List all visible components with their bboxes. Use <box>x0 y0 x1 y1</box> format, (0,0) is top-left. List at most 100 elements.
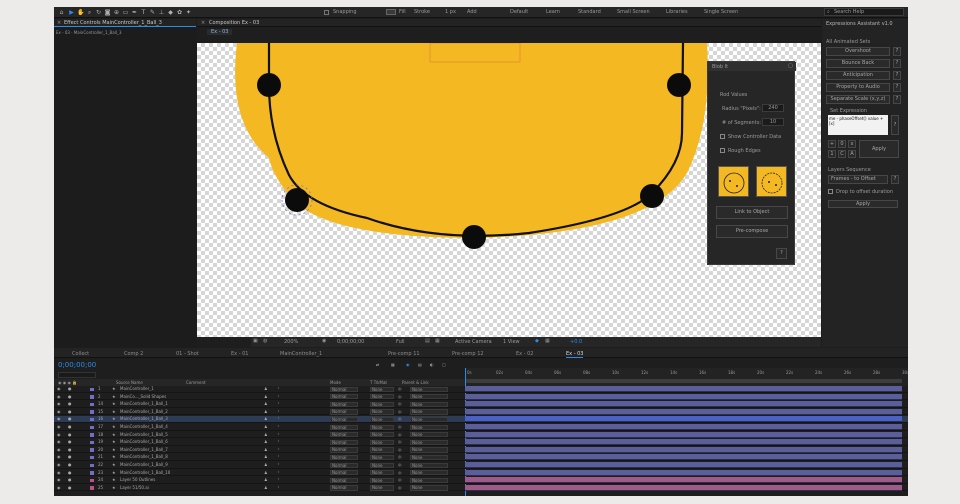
link-to-object-button[interactable]: Link to Object <box>716 206 788 219</box>
track-matte-dropdown[interactable]: None <box>370 485 394 491</box>
shy-switch-icon[interactable]: ♟ <box>264 424 268 431</box>
layer-row[interactable]: ◉ ● 21 ★ MainController_1_Ball_8 ♟ ⁄ Normal None… <box>54 454 908 461</box>
segments-input[interactable]: 10 <box>762 118 784 126</box>
layer-name[interactable]: MainController_1_Ball_6 <box>120 439 184 446</box>
rough-blob-preset[interactable] <box>756 166 787 197</box>
pickwhip-icon[interactable]: ◎ <box>398 439 402 446</box>
controller-ball[interactable] <box>640 184 664 208</box>
blend-mode-dropdown[interactable]: Normal <box>330 424 358 430</box>
layer-duration-bar[interactable] <box>465 386 902 392</box>
label-color-swatch[interactable] <box>90 433 94 437</box>
overshoot-button[interactable]: Overshoot <box>826 47 890 56</box>
layer-name[interactable]: Layer 50 Outlines <box>120 477 184 484</box>
solo-icon[interactable]: ● <box>68 462 72 469</box>
workspace-learn[interactable]: Learn <box>546 9 560 16</box>
sequence-dropdown[interactable]: Frames - to Offset <box>828 175 888 184</box>
snapping-checkbox[interactable] <box>324 10 329 15</box>
home-icon[interactable]: ⌂ <box>58 9 65 16</box>
parent-dropdown[interactable]: None <box>410 477 448 484</box>
layer-name[interactable]: Layer 51/50.ai <box>120 485 184 492</box>
layer-row[interactable]: ◉ ● 18 ★ MainController_1_Ball_5 ♟ ⁄ Normal None… <box>54 431 908 439</box>
mini-one-button[interactable]: 1 <box>828 150 836 158</box>
visibility-eye-icon[interactable]: ◉ <box>57 462 61 469</box>
layer-row[interactable]: ◉ ● 15 ★ MainController_1_Ball_2 ♟ ⁄ Normal None… <box>54 408 908 416</box>
layer-row[interactable]: ◉ ● 17 ★ MainController_1_Ball_4 ♟ ⁄ Normal None… <box>54 424 908 431</box>
track-matte-dropdown[interactable]: None <box>370 455 394 461</box>
tab-ex-01[interactable]: Ex - 01 <box>231 351 248 357</box>
quality-switch-icon[interactable]: ⁄ <box>278 462 279 469</box>
timeline-timecode[interactable]: 0;00;00;00 <box>58 361 96 369</box>
expression-help[interactable]: ? <box>891 115 899 135</box>
visibility-eye-icon[interactable]: ◉ <box>57 432 61 439</box>
label-color-swatch[interactable] <box>90 425 94 430</box>
drop-offset-checkbox[interactable] <box>828 189 833 194</box>
quality-switch-icon[interactable]: ⁄ <box>278 409 279 416</box>
blend-mode-dropdown[interactable]: Normal <box>330 409 358 415</box>
shy-switch-icon[interactable]: ♟ <box>264 454 268 461</box>
viewer-timecode[interactable]: 0;00;00;00 <box>337 339 364 345</box>
parent-dropdown[interactable]: None <box>410 432 448 438</box>
blend-mode-dropdown[interactable]: Normal <box>330 477 358 484</box>
shy-switch-icon[interactable]: ♟ <box>264 447 268 454</box>
parent-dropdown[interactable]: None <box>410 462 448 468</box>
solo-icon[interactable]: ● <box>68 439 72 446</box>
layer-row[interactable]: ◉ ● 14 ★ MainController_1_Ball_1 ♟ ⁄ Normal None… <box>54 401 908 408</box>
label-color-swatch[interactable] <box>90 440 94 445</box>
layer-duration-bar[interactable] <box>465 446 902 453</box>
shy-switch-icon[interactable]: ♟ <box>264 485 268 492</box>
layer-duration-bar[interactable] <box>465 469 902 476</box>
parent-dropdown[interactable]: None <box>410 409 448 415</box>
visibility-eye-icon[interactable]: ◉ <box>57 439 61 446</box>
roto-tool-icon[interactable]: ✿ <box>176 9 183 16</box>
bounce-back-help[interactable]: ? <box>893 59 901 68</box>
layer-name[interactable]: MainController_1_Ball_10 <box>120 470 184 477</box>
solo-icon[interactable]: ● <box>68 454 72 461</box>
zoom-tool-icon[interactable]: ⌕ <box>86 9 93 16</box>
track-matte-dropdown[interactable]: None <box>370 409 394 415</box>
quality-switch-icon[interactable]: ⁄ <box>278 485 279 492</box>
pickwhip-icon[interactable]: ◎ <box>398 447 402 454</box>
pickwhip-icon[interactable]: ◎ <box>398 424 402 431</box>
track-matte-dropdown[interactable]: None <box>370 462 394 468</box>
track-matte-dropdown[interactable]: None <box>370 417 394 423</box>
layer-row[interactable]: ◉ ● 23 ★ MainController_1_Ball_10 ♟ ⁄ Normal Non… <box>54 469 908 477</box>
layer-row[interactable]: ◉ ● 24 ★ Layer 50 Outlines ♟ ⁄ Normal None ◎ None <box>54 477 908 484</box>
workspace-small-screen[interactable]: Small Screen <box>617 9 650 16</box>
comp-flowchart-icon[interactable]: ⇄ <box>376 362 379 367</box>
separate-scale-button[interactable]: Separate Scale (x,y,z) <box>826 95 890 104</box>
shy-switch-icon[interactable]: ♟ <box>264 394 268 401</box>
label-color-swatch[interactable] <box>90 402 94 407</box>
quality-switch-icon[interactable]: ⁄ <box>278 454 279 461</box>
pickwhip-icon[interactable]: ◎ <box>398 485 402 492</box>
smooth-blob-preset[interactable] <box>718 166 749 197</box>
blob-it-close-icon[interactable]: ▢ <box>788 63 793 69</box>
fast-preview-icon[interactable]: ◆ <box>535 338 539 344</box>
blend-mode-dropdown[interactable]: Normal <box>330 447 358 453</box>
parent-dropdown[interactable]: None <box>410 401 448 408</box>
blend-mode-dropdown[interactable]: Normal <box>330 432 358 438</box>
quality-switch-icon[interactable]: ⁄ <box>278 394 279 401</box>
pen-tool-icon[interactable]: ✒ <box>131 9 138 16</box>
label-color-swatch[interactable] <box>90 417 94 422</box>
parent-dropdown[interactable]: None <box>410 424 448 430</box>
shy-switch-icon[interactable]: ♟ <box>264 470 268 477</box>
layer-duration-bar[interactable] <box>465 462 902 468</box>
label-color-swatch[interactable] <box>90 478 94 483</box>
solo-icon[interactable]: ● <box>68 401 72 408</box>
mini-x-button[interactable]: x <box>848 140 856 148</box>
mini-c-button[interactable]: C <box>838 150 846 158</box>
shy-switch-icon[interactable]: ♟ <box>264 386 268 393</box>
layer-duration-bar[interactable] <box>465 416 902 423</box>
magnification-dropdown[interactable]: 200% <box>284 339 298 345</box>
overshoot-help[interactable]: ? <box>893 47 901 56</box>
track-matte-dropdown[interactable]: None <box>370 424 394 430</box>
layer-duration-bar[interactable] <box>465 439 902 446</box>
always-preview-icon[interactable]: ▣ <box>253 338 258 344</box>
shy-switch-icon[interactable]: ♟ <box>264 477 268 484</box>
quality-switch-icon[interactable]: ⁄ <box>278 386 279 393</box>
motion-blur-icon[interactable]: ◐ <box>430 362 434 367</box>
visibility-eye-icon[interactable]: ◉ <box>57 394 61 401</box>
pickwhip-icon[interactable]: ◎ <box>398 470 402 477</box>
timeline-search-field[interactable] <box>58 372 96 378</box>
blend-mode-dropdown[interactable]: Normal <box>330 455 358 461</box>
